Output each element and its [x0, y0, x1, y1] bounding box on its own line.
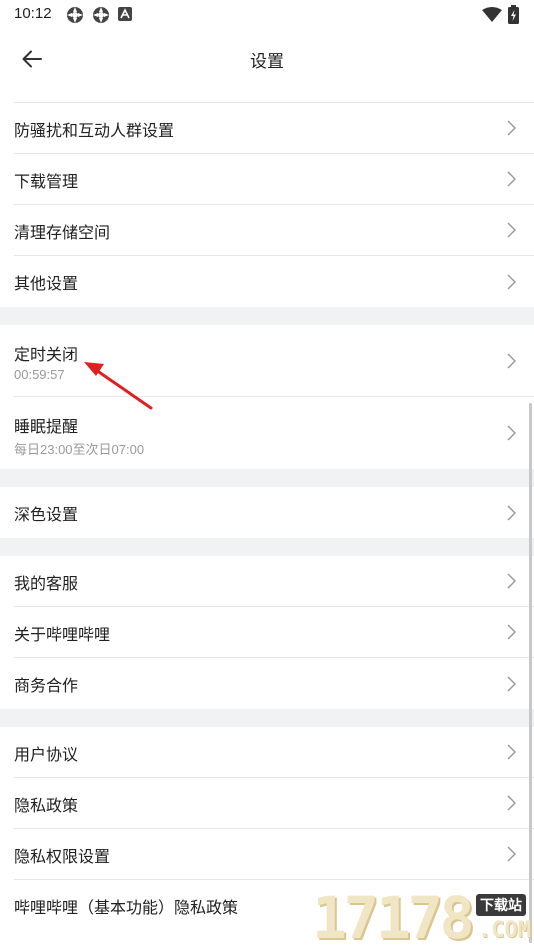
settings-group-support: 我的客服 关于哔哩哔哩 商务合作 — [0, 556, 534, 709]
sleep-reminder-schedule: 每日23:00至次日07:00 — [14, 442, 145, 457]
app-notification-icon — [67, 7, 83, 23]
settings-item-label: 哔哩哔哩（基本功能）隐私政策 — [14, 898, 239, 917]
chevron-right-icon — [507, 795, 516, 811]
settings-item-business[interactable]: 商务合作 — [14, 658, 534, 709]
chevron-right-icon — [507, 744, 516, 760]
settings-item-privacy-permissions[interactable]: 隐私权限设置 — [14, 829, 534, 880]
section-gap — [0, 538, 534, 556]
settings-item-label: 隐私权限设置 — [14, 847, 111, 866]
settings-group-timer: 定时关闭 00:59:57 睡眠提醒 每日23:00至次日07:00 — [0, 325, 534, 469]
watermark-tag: 下载站 — [476, 894, 526, 916]
settings-item-dark-mode[interactable]: 深色设置 — [14, 487, 534, 538]
settings-item-label: 深色设置 — [14, 505, 79, 524]
wifi-icon — [482, 7, 502, 22]
chevron-right-icon — [507, 624, 516, 640]
chevron-right-icon — [507, 222, 516, 238]
chevron-right-icon — [507, 352, 516, 369]
settings-group-general: 防骚扰和互动人群设置 下载管理 清理存储空间 其他设置 — [0, 103, 534, 307]
page-title: 设置 — [250, 52, 284, 72]
settings-item-label: 防骚扰和互动人群设置 — [14, 121, 175, 140]
timer-countdown: 00:59:57 — [14, 367, 65, 382]
chevron-right-icon — [507, 120, 516, 136]
watermark-number: 17178 — [312, 884, 475, 950]
settings-item-sleep-reminder[interactable]: 睡眠提醒 每日23:00至次日07:00 — [14, 397, 534, 469]
settings-list: 防骚扰和互动人群设置 下载管理 清理存储空间 其他设置 定时关闭 00:59:5… — [0, 102, 534, 931]
status-time: 10:12 — [14, 5, 52, 22]
settings-item-about[interactable]: 关于哔哩哔哩 — [14, 607, 534, 658]
battery-charging-icon — [508, 5, 519, 24]
settings-item-label: 定时关闭 — [14, 345, 79, 364]
settings-item-privacy-policy[interactable]: 隐私政策 — [14, 778, 534, 829]
settings-item-anti-harassment[interactable]: 防骚扰和互动人群设置 — [14, 103, 534, 154]
settings-group-appearance: 深色设置 — [0, 487, 534, 538]
settings-item-label: 清理存储空间 — [14, 223, 111, 242]
a-notification-icon — [118, 7, 132, 21]
chevron-right-icon — [507, 675, 516, 692]
settings-item-clear-storage[interactable]: 清理存储空间 — [14, 205, 534, 256]
section-gap — [0, 307, 534, 325]
settings-item-label: 隐私政策 — [14, 796, 79, 815]
scrollbar[interactable] — [529, 403, 532, 943]
settings-item-label: 商务合作 — [14, 676, 79, 695]
watermark-logo: 17178 下载站 .COM — [308, 884, 534, 950]
chevron-right-icon — [507, 846, 516, 862]
chevron-right-icon — [507, 504, 516, 521]
app-notification-icon — [93, 7, 109, 23]
section-gap — [0, 709, 534, 727]
settings-item-label: 下载管理 — [14, 172, 79, 191]
section-gap — [0, 469, 534, 487]
settings-item-sleep-timer[interactable]: 定时关闭 00:59:57 — [14, 325, 534, 397]
chevron-right-icon — [507, 273, 516, 290]
app-bar: 设置 — [0, 30, 534, 87]
settings-item-label: 睡眠提醒 — [14, 417, 79, 436]
watermark-domain: .COM — [478, 918, 531, 943]
status-bar: 10:12 — [0, 0, 534, 30]
settings-item-label: 其他设置 — [14, 274, 79, 293]
chevron-right-icon — [507, 573, 516, 589]
settings-item-user-agreement[interactable]: 用户协议 — [14, 727, 534, 778]
settings-item-customer-service[interactable]: 我的客服 — [14, 556, 534, 607]
chevron-right-icon — [507, 425, 516, 441]
chevron-right-icon — [507, 171, 516, 187]
settings-item-download-manager[interactable]: 下载管理 — [14, 154, 534, 205]
settings-item-label: 我的客服 — [14, 574, 79, 593]
settings-item-label: 用户协议 — [14, 745, 79, 764]
settings-item-other-settings[interactable]: 其他设置 — [14, 256, 534, 307]
settings-item-label: 关于哔哩哔哩 — [14, 625, 111, 644]
